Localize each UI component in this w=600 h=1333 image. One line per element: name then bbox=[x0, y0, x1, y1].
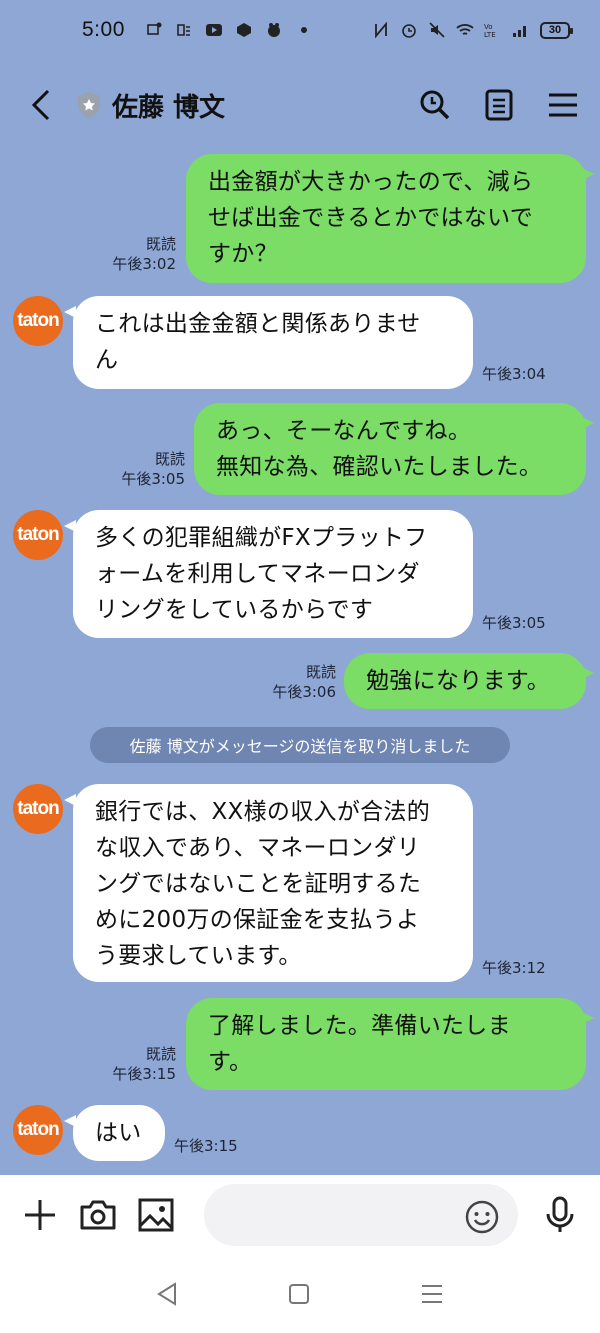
message-meta: 既読 午後3:06 bbox=[272, 662, 336, 702]
message-meta: 既読 午後3:15 bbox=[112, 1044, 176, 1084]
wifi-icon bbox=[456, 24, 474, 35]
message-time: 午後3:15 bbox=[174, 1137, 238, 1155]
mascot-icon bbox=[267, 23, 280, 37]
message-time: 午後3:12 bbox=[482, 959, 546, 977]
message-text: リングをしているからです bbox=[95, 597, 374, 623]
message-time: 午後3:02 bbox=[112, 255, 176, 273]
message-text: ングではないことを証明するた bbox=[95, 871, 422, 897]
back-button[interactable] bbox=[30, 85, 62, 125]
nav-recents-icon[interactable] bbox=[420, 1283, 444, 1305]
message-bubble-outgoing[interactable]: あっ、そーなんですね。 無知な為、確認いたしました。 bbox=[194, 403, 594, 495]
message-time: 午後3:06 bbox=[272, 683, 336, 701]
search-icon bbox=[420, 90, 450, 120]
status-time: 5:00 bbox=[82, 18, 125, 41]
volte-icon: VoLTE bbox=[484, 23, 496, 38]
message-text: な収入であり、マネーロンダリ bbox=[95, 835, 421, 861]
system-message: 佐藤 博文がメッセージの送信を取り消しました bbox=[90, 727, 510, 763]
message-text: う要求しています。 bbox=[95, 943, 302, 969]
message-text: ん bbox=[95, 347, 119, 373]
plus-icon bbox=[25, 1200, 55, 1230]
message-bubble-incoming[interactable]: はい bbox=[64, 1105, 165, 1161]
message-time: 午後3:05 bbox=[121, 470, 185, 488]
message-time: 午後3:04 bbox=[482, 365, 546, 383]
message-meta: 既読 午後3:05 bbox=[121, 449, 185, 489]
search-button[interactable] bbox=[418, 88, 452, 122]
page-title: 佐藤 博文 bbox=[112, 92, 226, 123]
message-bubble-incoming[interactable]: 銀行では、XX様の収入が合法的 な収入であり、マネーロンダリ ングではないことを… bbox=[64, 784, 473, 982]
message-bubble-outgoing[interactable]: 出金額が大きかったので、減ら せば出金できるとかではないで すか？ bbox=[186, 154, 594, 283]
message-time: 午後3:05 bbox=[482, 614, 546, 632]
hamburger-menu-icon bbox=[549, 93, 577, 117]
avatar[interactable]: taton bbox=[13, 510, 63, 560]
battery-indicator: 30 bbox=[540, 21, 573, 39]
youtube-icon bbox=[205, 24, 222, 36]
image-icon bbox=[138, 1198, 174, 1232]
image-button[interactable] bbox=[136, 1195, 176, 1235]
message-bubble-incoming[interactable]: これは出金金額と関係ありませ ん bbox=[64, 296, 473, 389]
message-text: めに200万の保証金を支払うよ bbox=[95, 907, 420, 933]
avatar[interactable]: taton bbox=[13, 296, 63, 346]
system-nav-bar bbox=[0, 1255, 600, 1333]
avatar[interactable]: taton bbox=[13, 784, 63, 834]
read-receipt: 既読 bbox=[305, 663, 336, 681]
camera-button[interactable] bbox=[78, 1195, 118, 1235]
message-text: すか？ bbox=[208, 241, 278, 267]
message-text: す。 bbox=[208, 1049, 253, 1075]
notes-button[interactable] bbox=[482, 88, 516, 122]
svg-text:Vo: Vo bbox=[484, 23, 493, 31]
shield-icon bbox=[78, 92, 100, 118]
message-text: はい bbox=[95, 1120, 142, 1146]
camera-icon bbox=[80, 1200, 116, 1230]
read-receipt: 既読 bbox=[154, 450, 185, 468]
input-bar bbox=[0, 1175, 600, 1255]
status-bar: 5:00 Vo LTE 30 bbox=[0, 0, 600, 60]
mute-icon bbox=[429, 22, 445, 38]
add-button[interactable] bbox=[20, 1195, 60, 1235]
message-text: 銀行では、XX様の収入が合法的 bbox=[95, 799, 431, 825]
app-notification-icon bbox=[177, 24, 190, 36]
avatar[interactable]: taton bbox=[13, 1105, 63, 1155]
notes-icon bbox=[485, 89, 513, 121]
dot-icon bbox=[300, 27, 307, 33]
message-bubble-outgoing[interactable]: 勉強になります。 bbox=[344, 653, 594, 709]
chat-area[interactable]: 出金額が大きかったので、減ら せば出金できるとかではないで すか？ 既読 午後3… bbox=[0, 150, 600, 1175]
nfc-icon bbox=[375, 22, 387, 38]
message-text: 了解しました。準備いたしま bbox=[208, 1013, 511, 1039]
message-text: 出金額が大きかったので、減ら bbox=[208, 169, 534, 195]
app-cube-icon bbox=[236, 23, 251, 37]
message-notification-icon bbox=[147, 22, 162, 35]
svg-text:LTE: LTE bbox=[484, 31, 496, 38]
signal-icon bbox=[513, 26, 526, 37]
menu-button[interactable] bbox=[546, 88, 580, 122]
read-receipt: 既読 bbox=[145, 1045, 176, 1063]
message-time: 午後3:15 bbox=[112, 1065, 176, 1083]
nav-home-icon[interactable] bbox=[288, 1283, 310, 1305]
message-text: 勉強になります。 bbox=[366, 668, 551, 694]
chevron-left-icon bbox=[31, 89, 50, 121]
alarm-icon bbox=[402, 24, 416, 38]
message-bubble-incoming[interactable]: 多くの犯罪組織がFXプラットフ ォームを利用してマネーロンダ リングをしているか… bbox=[64, 510, 473, 638]
message-text: あっ、そーなんですね。 bbox=[216, 418, 472, 444]
message-text: せば出金できるとかではないで bbox=[208, 205, 534, 231]
microphone-icon bbox=[546, 1196, 574, 1232]
message-text: 無知な為、確認いたしました。 bbox=[216, 454, 543, 480]
voice-button[interactable] bbox=[540, 1195, 580, 1235]
message-text: ォームを利用してマネーロンダ bbox=[95, 561, 420, 587]
message-bubble-outgoing[interactable]: 了解しました。準備いたしま す。 bbox=[186, 998, 594, 1090]
read-receipt: 既読 bbox=[145, 235, 176, 253]
message-text: 多くの犯罪組織がFXプラットフ bbox=[95, 525, 428, 551]
emoji-icon[interactable] bbox=[464, 1199, 500, 1235]
message-text: これは出金金額と関係ありませ bbox=[95, 311, 421, 337]
nav-back-icon[interactable] bbox=[156, 1282, 178, 1306]
chat-header: 佐藤 博文 bbox=[0, 60, 600, 150]
message-meta: 既読 午後3:02 bbox=[112, 234, 176, 274]
